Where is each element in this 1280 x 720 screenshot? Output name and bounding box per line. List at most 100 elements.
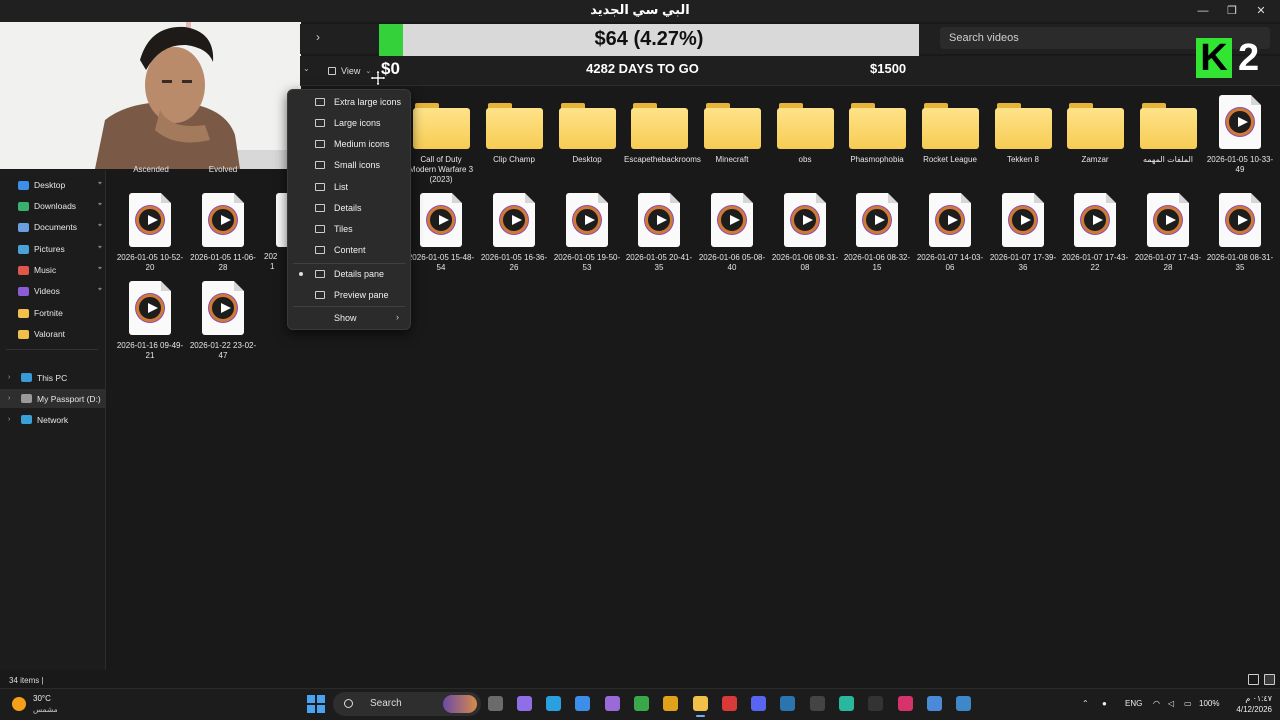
menu-item-small-icons[interactable]: Small icons <box>287 155 411 175</box>
instagram-icon[interactable] <box>898 696 913 711</box>
folder-item[interactable]: Escapethebackrooms <box>624 95 701 165</box>
menu-item-medium-icons[interactable]: Medium icons <box>287 134 411 154</box>
video-file-item[interactable]: 2026-01-06 05-08-40 <box>697 193 767 273</box>
video-file-item[interactable]: 2026-01-05 10-33-49 <box>1205 95 1275 175</box>
sidebar-item-pictures[interactable]: Pictures ⌖ <box>18 240 106 258</box>
xbox-icon[interactable] <box>634 696 649 711</box>
app-g-icon[interactable] <box>810 696 825 711</box>
chevron-right-icon[interactable]: › <box>8 416 16 423</box>
restore-button[interactable]: ❐ <box>1223 3 1241 19</box>
battery-icon[interactable]: ▭ <box>1184 699 1192 708</box>
folder-item[interactable]: Desktop <box>552 95 622 165</box>
sidebar-tree-network[interactable]: › Network <box>0 410 106 429</box>
menu-item-details[interactable]: Details <box>287 198 411 218</box>
volume-icon[interactable]: ◁ <box>1168 699 1174 708</box>
video-file-item[interactable]: 2026-01-05 15-48-54 <box>406 193 476 273</box>
large-icons-view-icon[interactable] <box>1264 674 1275 685</box>
folder-item[interactable]: Tekken 8 <box>988 95 1058 165</box>
details-view-icon[interactable] <box>1248 674 1259 685</box>
menu-item-content[interactable]: Content <box>287 240 411 260</box>
video-file-item[interactable]: 2026-01-05 11-06-28 <box>188 193 258 273</box>
video-file-item[interactable]: 2026-01-07 14-03-06 <box>915 193 985 273</box>
steam-icon[interactable] <box>780 696 795 711</box>
steam-2-icon[interactable] <box>956 696 971 711</box>
windows-logo-icon <box>307 705 315 713</box>
chrome-icon[interactable] <box>663 696 678 711</box>
sidebar-item-music[interactable]: Music ⌖ <box>18 261 106 279</box>
battery-percent[interactable]: 100% <box>1199 699 1219 708</box>
folder-item[interactable]: obs <box>770 95 840 165</box>
weather-description[interactable]: مشمس <box>33 705 58 714</box>
video-file-item[interactable]: 2026-01-05 20-41-35 <box>624 193 694 273</box>
menu-item-show[interactable]: Show › <box>287 308 411 328</box>
menu-item-preview-pane[interactable]: Preview pane <box>287 285 411 305</box>
epic-games-icon[interactable] <box>868 696 883 711</box>
partial-item-label[interactable]: Ascended <box>116 165 186 174</box>
microphone-icon[interactable]: ● <box>1102 699 1107 708</box>
video-file-icon <box>420 193 462 247</box>
sidebar-item-downloads[interactable]: Downloads ⌖ <box>18 197 106 215</box>
menu-item-list[interactable]: List <box>287 177 411 197</box>
menu-item-extra-large-icons[interactable]: Extra large icons <box>287 92 411 112</box>
sidebar-tree-my-passport[interactable]: › My Passport (D:) <box>0 389 106 408</box>
video-file-item[interactable]: 2026-01-16 09-49-21 <box>115 281 185 361</box>
close-button[interactable]: ✕ <box>1252 3 1270 19</box>
folder-item[interactable]: Rocket League <box>915 95 985 165</box>
video-file-item[interactable]: 2026-01-22 23-02-47 <box>188 281 258 361</box>
sun-icon[interactable] <box>12 697 26 711</box>
folder-item[interactable]: Call of Duty Modern Warfare 3 (2023) <box>406 95 476 185</box>
language-indicator[interactable]: ENG <box>1125 699 1142 708</box>
video-file-item[interactable]: 2026-01-05 19-50-53 <box>552 193 622 273</box>
view-button[interactable]: View ⌄ <box>322 61 377 81</box>
clock-time[interactable]: ٠١:٤٧ م <box>1228 694 1272 703</box>
menu-item-large-icons[interactable]: Large icons <box>287 113 411 133</box>
folder-body <box>558 108 616 149</box>
task-view-icon[interactable] <box>488 696 503 711</box>
webcam-person-image <box>0 0 301 169</box>
video-file-item[interactable]: 2026-01-05 16-36-26 <box>479 193 549 273</box>
copilot-icon[interactable] <box>517 696 532 711</box>
chevron-up-icon[interactable]: ⌃ <box>1082 699 1089 708</box>
app-a-icon[interactable] <box>927 696 942 711</box>
store-icon[interactable] <box>575 696 590 711</box>
partial-item-label[interactable]: 202 <box>264 252 288 261</box>
edge-icon[interactable] <box>546 696 561 711</box>
page-corner <box>161 281 171 291</box>
file-explorer-icon[interactable] <box>693 696 708 711</box>
taskbar-search[interactable]: Search <box>333 692 481 716</box>
start-button[interactable] <box>307 695 325 713</box>
folder-item[interactable]: Minecraft <box>697 95 767 165</box>
chevron-right-icon[interactable]: › <box>8 374 16 381</box>
video-file-item[interactable]: 2026-01-07 17-43-22 <box>1060 193 1130 273</box>
sidebar-item-documents[interactable]: Documents ⌖ <box>18 218 106 236</box>
app-teal-icon[interactable] <box>839 696 854 711</box>
sidebar-item-desktop[interactable]: Desktop ⌖ <box>18 176 106 194</box>
video-file-item[interactable]: 2026-01-06 08-31-08 <box>770 193 840 273</box>
video-file-item[interactable]: 2026-01-07 17-43-28 <box>1133 193 1203 273</box>
minimize-button[interactable]: — <box>1194 3 1212 19</box>
sidebar-item-valorant[interactable]: Valorant <box>18 325 106 343</box>
folder-item[interactable]: Zamzar <box>1060 95 1130 165</box>
video-file-item[interactable]: 2026-01-05 10-52-20 <box>115 193 185 273</box>
discord-icon[interactable] <box>751 696 766 711</box>
clock-date[interactable]: 4/12/2026 <box>1228 705 1272 714</box>
weather-temperature[interactable]: 30°C <box>33 694 51 703</box>
folder-item[interactable]: Phasmophobia <box>842 95 912 165</box>
sidebar-item-videos[interactable]: Videos ⌖ <box>18 282 106 300</box>
video-file-item[interactable]: 2026-01-07 17-39-36 <box>988 193 1058 273</box>
wifi-icon[interactable]: ◠ <box>1153 699 1160 708</box>
app-icon[interactable] <box>605 696 620 711</box>
menu-item-tiles[interactable]: Tiles <box>287 219 411 239</box>
sidebar-item-fortnite[interactable]: Fortnite <box>18 304 106 322</box>
chevron-right-icon[interactable]: › <box>8 395 16 402</box>
sidebar-tree-this-pc[interactable]: › This PC <box>0 368 106 387</box>
folder-item[interactable]: الملفات المهمه <box>1133 95 1203 165</box>
breadcrumb-chevron-icon[interactable]: › <box>316 30 320 44</box>
folder-item[interactable]: Clip Champ <box>479 95 549 165</box>
video-file-item[interactable]: 2026-01-06 08-32-15 <box>842 193 912 273</box>
chevron-down-icon[interactable]: ⌄ <box>303 64 310 73</box>
partial-item-label[interactable]: Evolved <box>188 165 258 174</box>
app-red-icon[interactable] <box>722 696 737 711</box>
menu-item-details-pane[interactable]: Details pane <box>287 264 411 284</box>
video-file-item[interactable]: 2026-01-08 08-31-35 <box>1205 193 1275 273</box>
